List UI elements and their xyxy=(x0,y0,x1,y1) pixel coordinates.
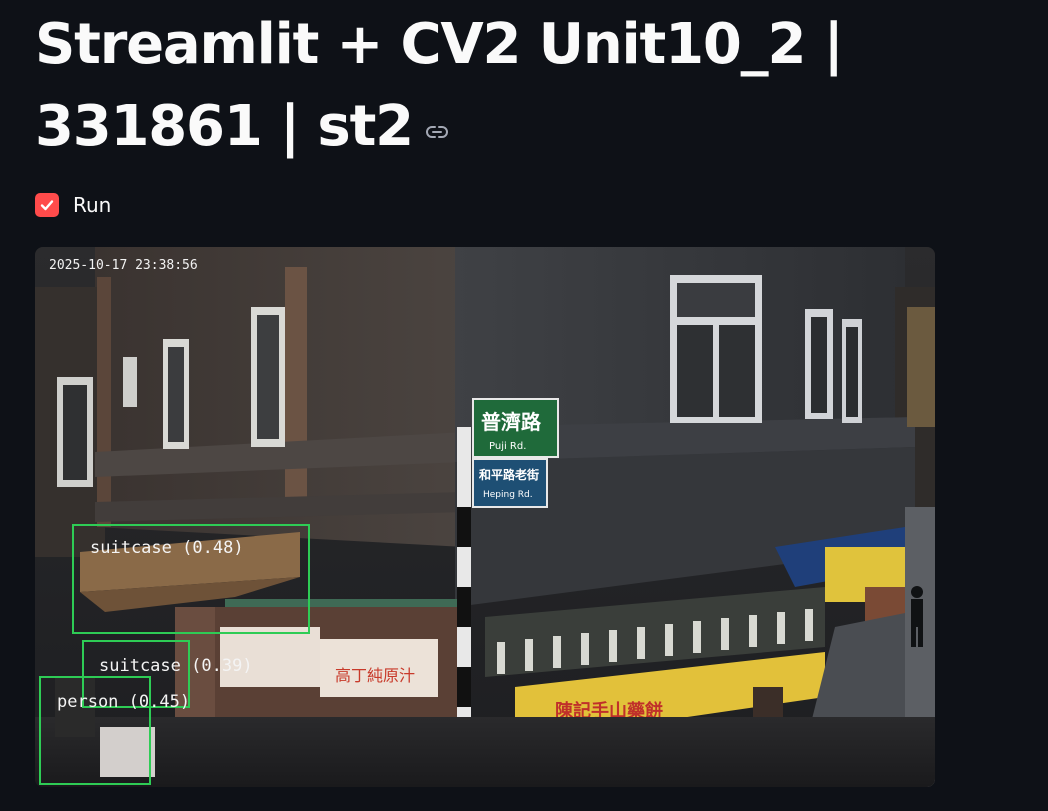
app-page: Streamlit + CV2 Unit10_2 | 331861 | st2 … xyxy=(0,0,1048,811)
shop-sign-text: 高丁純原汁 xyxy=(335,666,415,685)
sign-bottom-en: Heping Rd. xyxy=(483,490,533,500)
street-sign-heping: 和平路老街 Heping Rd. xyxy=(472,458,548,508)
camera-image: 高丁純原汁 普濟路 Puji Rd. 和平路老街 Heping Rd. 陳記手山… xyxy=(35,247,935,787)
run-checkbox-label: Run xyxy=(73,193,112,217)
sign-top-cn: 普濟路 xyxy=(481,410,542,434)
checkbox-checked-icon[interactable] xyxy=(35,193,59,217)
detection-1-label: suitcase (0.48) xyxy=(90,538,244,558)
link-icon[interactable] xyxy=(425,85,449,167)
run-checkbox[interactable]: Run xyxy=(35,192,111,218)
camera-video-frame: 高丁純原汁 普濟路 Puji Rd. 和平路老街 Heping Rd. 陳記手山… xyxy=(35,247,935,787)
sign-bottom-cn: 和平路老街 xyxy=(478,467,539,482)
sign-top-en: Puji Rd. xyxy=(489,441,526,452)
camera-timestamp: 2025-10-17 23:38:56 xyxy=(49,258,198,273)
page-title: Streamlit + CV2 Unit10_2 | 331861 | st2 xyxy=(35,4,1045,171)
detection-3-label: person (0.45) xyxy=(57,692,190,712)
detection-2-label: suitcase (0.39) xyxy=(99,656,253,676)
street-sign-puji: 普濟路 Puji Rd. xyxy=(472,398,559,458)
